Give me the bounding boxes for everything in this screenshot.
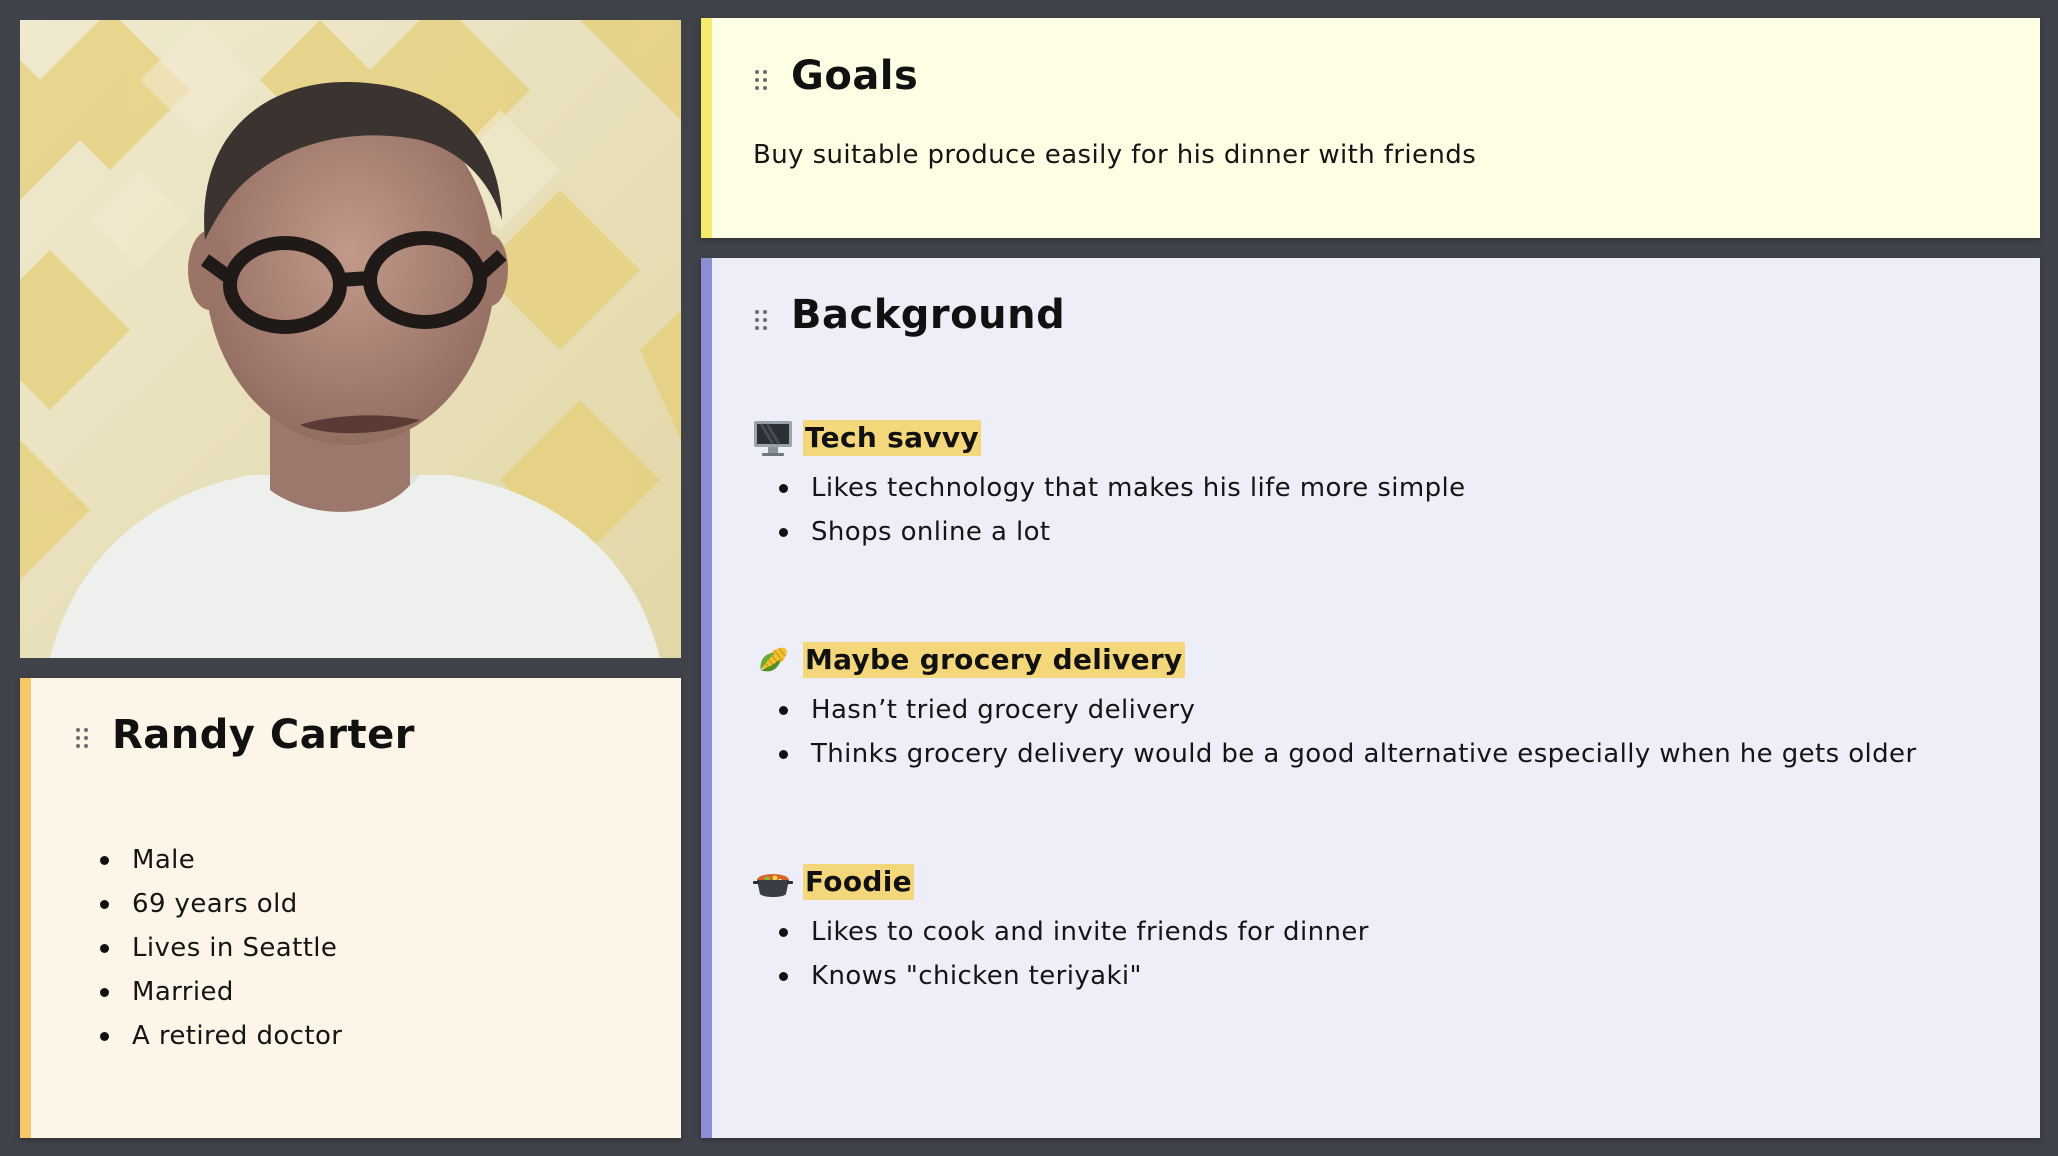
section-heading-highlight: Tech savvy — [803, 420, 981, 456]
goals-title: Goals — [791, 53, 919, 99]
list-item: Thinks grocery delivery would be a good … — [779, 732, 1917, 776]
persona-portrait-image — [20, 20, 681, 658]
profile-card-accent-bar — [20, 678, 31, 1138]
persona-board: Randy Carter Male 69 years old Lives in … — [0, 0, 2058, 1156]
drag-handle-icon[interactable] — [755, 310, 767, 332]
list-item: Married — [100, 970, 342, 1014]
list-item: A retired doctor — [100, 1014, 342, 1058]
persona-photo[interactable] — [20, 20, 681, 658]
list-item: Lives in Seattle — [100, 926, 342, 970]
background-card[interactable]: Background Tech savvy Likes technology t… — [701, 258, 2040, 1138]
grocery-delivery-list: Hasn’t tried grocery delivery Thinks gro… — [779, 688, 1917, 776]
list-item: Shops online a lot — [779, 510, 1466, 554]
section-tech-savvy: Tech savvy — [753, 418, 981, 458]
pot-of-food-icon — [753, 862, 793, 902]
section-heading-highlight: Maybe grocery delivery — [803, 642, 1185, 678]
goals-text: Buy suitable produce easily for his dinn… — [753, 140, 1477, 170]
foodie-list: Likes to cook and invite friends for din… — [779, 910, 1369, 998]
corn-icon — [753, 640, 793, 680]
goals-card[interactable]: Goals Buy suitable produce easily for hi… — [701, 18, 2040, 238]
profile-card[interactable]: Randy Carter Male 69 years old Lives in … — [20, 678, 681, 1138]
persona-name: Randy Carter — [112, 712, 415, 758]
list-item: Male — [100, 838, 342, 882]
desktop-computer-icon — [753, 418, 793, 458]
section-foodie: Foodie — [753, 862, 914, 902]
list-item: Hasn’t tried grocery delivery — [779, 688, 1917, 732]
drag-handle-icon[interactable] — [755, 70, 767, 92]
section-grocery-delivery: Maybe grocery delivery — [753, 640, 1185, 680]
list-item: 69 years old — [100, 882, 342, 926]
goals-card-accent-bar — [701, 18, 712, 238]
section-heading-highlight: Foodie — [803, 864, 914, 900]
list-item: Likes to cook and invite friends for din… — [779, 910, 1369, 954]
background-card-accent-bar — [701, 258, 712, 1138]
profile-facts-list: Male 69 years old Lives in Seattle Marri… — [100, 838, 342, 1058]
list-item: Likes technology that makes his life mor… — [779, 466, 1466, 510]
list-item: Knows "chicken teriyaki" — [779, 954, 1369, 998]
background-title: Background — [791, 292, 1066, 338]
drag-handle-icon[interactable] — [76, 728, 88, 750]
tech-savvy-list: Likes technology that makes his life mor… — [779, 466, 1466, 554]
